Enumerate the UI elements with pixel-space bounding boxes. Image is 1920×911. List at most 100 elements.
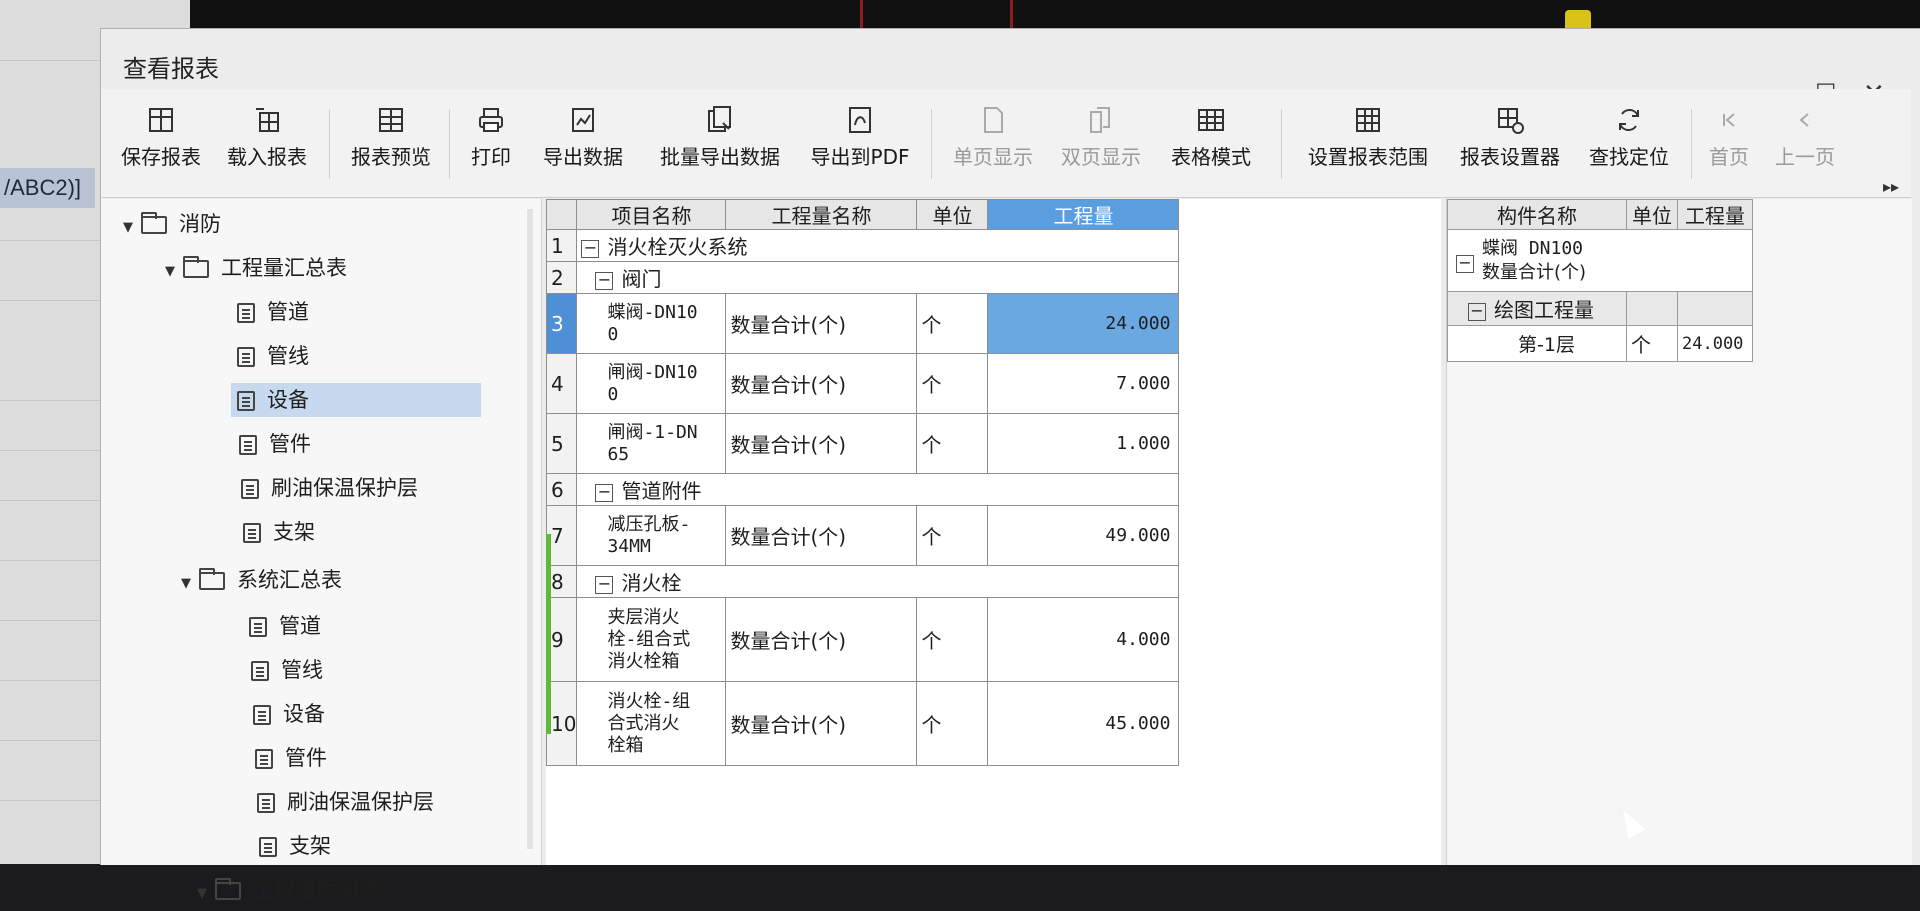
table-mode-button[interactable]: 表格模式 [1161,89,1261,197]
tree-item[interactable]: 管道 [249,609,321,643]
unit-cell[interactable]: 个 [916,681,989,766]
tree-node-root[interactable]: ▼ 消防 [123,207,221,241]
tree-item-selected[interactable]: 设备 [231,383,481,417]
quantity-cell[interactable]: 1.000 [987,413,1180,474]
report-range-button[interactable]: 设置报表范围 [1297,89,1439,197]
unit-cell[interactable]: 个 [916,597,989,682]
column-header[interactable]: 构件名称 [1447,199,1627,230]
table-row[interactable]: 7 减压孔板- 34MM 数量合计(个) 个 49.000 [545,505,1180,566]
tree-node-group[interactable]: ▼ 工程量明细表 [197,873,379,907]
collapse-icon[interactable]: ▼ [197,877,215,911]
table-row[interactable]: 3 蝶阀-DN10 0 数量合计(个) 个 24.000 [545,293,1180,354]
collapse-icon[interactable]: − [595,575,614,594]
detail-row[interactable]: 第-1层 个 24.000 [1447,325,1753,362]
report-grid: 项目名称 工程量名称 单位 工程量 1 − 消火栓灭火系统 2 − 阀门 3 蝶阀-… [545,199,1441,865]
detail-unit-cell: 个 [1626,325,1678,362]
table-row[interactable]: 5 闸阀-1-DN 65 数量合计(个) 个 1.000 [545,413,1180,474]
report-settings-button[interactable]: 报表设置器 [1451,89,1569,197]
print-button[interactable]: 打印 [463,89,519,197]
row-number: 5 [545,413,578,474]
tree-item[interactable]: 支架 [259,829,331,863]
collapse-icon[interactable]: ▼ [123,211,141,245]
tree-scrollbar[interactable] [527,209,533,849]
column-header[interactable]: 项目名称 [576,199,727,230]
row-number: 4 [545,353,578,414]
export-pdf-button[interactable]: 导出到PDF [801,89,919,197]
unit-cell[interactable]: 个 [916,353,989,414]
report-tree: ▼ 消防 ▼ 工程量汇总表 管道 管线 设备 管件 刷油保温保护层 支架 ▼ 系统汇总… [101,199,542,902]
tree-item[interactable]: 管线 [237,339,387,373]
column-header-active[interactable]: 工程量 [987,199,1180,230]
tree-node-group[interactable]: ▼ 工程量汇总表 [165,251,347,285]
quantity-name-cell[interactable]: 数量合计(个) [725,505,918,566]
tree-item[interactable]: 刷油保温保护层 [257,785,434,819]
batch-export-button[interactable]: 批量导出数据 [649,89,791,197]
collapse-icon[interactable]: ▼ [165,255,183,289]
quantity-name-cell[interactable]: 数量合计(个) [725,681,918,766]
collapse-icon[interactable]: − [595,271,614,290]
toolbar-separator [329,109,330,179]
table-row-group[interactable]: 8 − 消火栓 [545,565,1180,598]
unit-cell[interactable]: 个 [916,413,989,474]
unit-cell[interactable]: 个 [916,505,989,566]
toolbar-label: 双页显示 [1061,145,1141,169]
prev-page-icon [1799,113,1809,127]
quantity-name-cell[interactable]: 数量合计(个) [725,353,918,414]
quantity-cell-selected[interactable]: 24.000 [987,293,1180,354]
unit-cell[interactable]: 个 [916,293,989,354]
table-row[interactable]: 10 消火栓-组 合式消火 栓箱 数量合计(个) 个 45.000 [545,681,1180,766]
collapse-icon[interactable]: − [595,483,614,502]
quantity-cell[interactable]: 4.000 [987,597,1180,682]
detail-row-item[interactable]: − 蝶阀 DN100 数量合计(个) [1447,229,1753,292]
table-row-group[interactable]: 1 − 消火栓灭火系统 [545,229,1180,262]
tree-item[interactable]: 管道 [237,295,387,329]
folder-icon [215,878,241,900]
report-preview-button[interactable]: 报表预览 [345,89,437,197]
table-row-group[interactable]: 2 − 阀门 [545,261,1180,294]
column-header[interactable]: 工程量 [1677,199,1753,230]
column-header[interactable]: 工程量名称 [725,199,918,230]
double-page-icon [1090,107,1110,133]
tree-item[interactable]: 支架 [243,515,315,549]
toolbar-overflow-icon[interactable]: ▸▸ [1883,177,1899,196]
tree-item[interactable]: 设备 [253,697,325,731]
table-row-group[interactable]: 6 − 管道附件 [545,473,1180,506]
column-header[interactable]: 单位 [916,199,989,230]
export-pdf-icon [849,107,871,133]
quantity-name-cell[interactable]: 数量合计(个) [725,293,918,354]
quantity-cell[interactable]: 7.000 [987,353,1180,414]
load-report-button[interactable]: 载入报表 [221,89,313,197]
quantity-name-cell[interactable]: 数量合计(个) [725,413,918,474]
double-page-button[interactable]: 双页显示 [1051,89,1151,197]
background-tag: /ABC2)] [0,168,95,208]
collapse-icon[interactable]: − [1468,302,1486,321]
column-header[interactable]: 单位 [1626,199,1678,230]
first-page-button[interactable]: 首页 [1701,89,1757,197]
toolbar-label: 批量导出数据 [660,145,780,169]
find-locate-button[interactable]: 查找定位 [1579,89,1679,197]
quantity-cell[interactable]: 49.000 [987,505,1180,566]
quantity-cell[interactable]: 45.000 [987,681,1180,766]
tree-item[interactable]: 刷油保温保护层 [241,471,418,505]
table-row[interactable]: 4 闸阀-DN10 0 数量合计(个) 个 7.000 [545,353,1180,414]
detail-row-group[interactable]: − 绘图工程量 [1447,291,1753,326]
background-canvas [190,0,1920,30]
quantity-name-cell[interactable]: 数量合计(个) [725,597,918,682]
row-number: 10 [545,681,578,766]
collapse-icon[interactable]: − [1456,254,1474,273]
tree-item[interactable]: 管线 [251,653,323,687]
table-row[interactable]: 9 夹层消火 栓-组合式 消火栓箱 数量合计(个) 个 4.000 [545,597,1180,682]
export-data-button[interactable]: 导出数据 [533,89,633,197]
tree-item[interactable]: 管件 [239,427,311,461]
toolbar-label: 单页显示 [953,145,1033,169]
collapse-icon[interactable]: ▼ [181,567,199,601]
tree-item[interactable]: 管件 [255,741,327,775]
collapse-icon[interactable]: − [581,239,600,258]
report-icon [253,705,271,725]
single-page-button[interactable]: 单页显示 [943,89,1043,197]
report-window: 查看报表 — ☐ ✕ 保存报表 载入报表 报表预览 打印 导出数据 批量导出 [100,28,1920,902]
tree-node-group[interactable]: ▼ 系统汇总表 [181,563,342,597]
row-number: 8 [545,565,578,598]
prev-page-button[interactable]: 上一页 [1763,89,1847,197]
save-report-button[interactable]: 保存报表 [115,89,207,197]
